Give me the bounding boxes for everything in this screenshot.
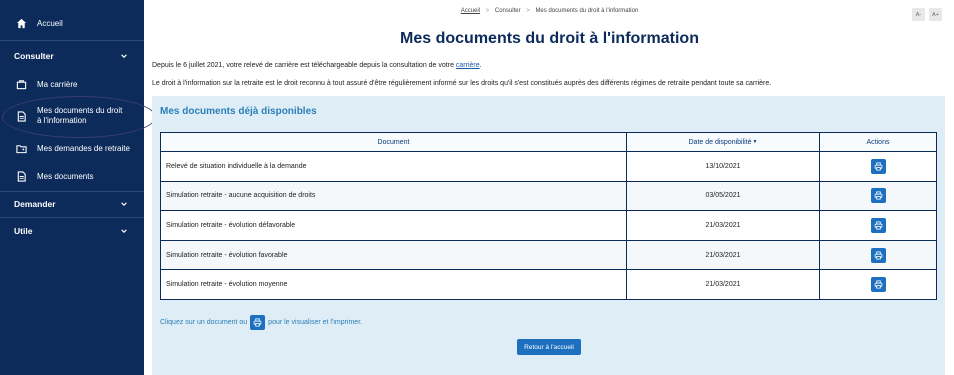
document-icon [14,109,28,123]
divider [0,40,144,41]
intro-text: . [479,62,482,69]
date-cell: 21/03/2021 [626,269,820,300]
sidebar-section-consulter[interactable]: Consulter [0,44,144,68]
font-decrease-button[interactable]: A- [912,8,925,21]
table-row[interactable]: Simulation retraite - évolution défavora… [160,210,937,241]
print-button[interactable] [870,158,886,174]
sidebar-section-utile[interactable]: Utile [0,219,144,243]
print-icon [874,191,882,200]
print-icon [253,318,262,327]
column-header-document: Document [160,132,627,152]
actions-cell [819,239,937,271]
table-row[interactable]: Simulation retraite - aucune acquisition… [160,180,937,212]
sidebar-item-demandes-retraite[interactable]: Mes demandes de retraite [0,140,144,156]
document-cell[interactable]: Simulation retraite - évolution défavora… [160,210,627,241]
breadcrumb-home-link[interactable]: Accueil [461,8,480,14]
actions-cell [819,151,937,182]
sidebar-section-label: Demander [14,199,56,209]
print-button[interactable] [870,247,886,263]
actions-cell [819,269,937,300]
documents-panel: Mes documents déjà disponibles Document … [152,96,945,375]
date-cell: 21/03/2021 [626,239,820,271]
sidebar-section-label: Utile [14,226,33,236]
document-cell[interactable]: Relevé de situation individuelle à la de… [160,151,627,182]
breadcrumb-separator: > [526,8,530,14]
hint-prefix: Cliquez sur un document ou [160,319,248,326]
hint-suffix: pour le visualiser et l'imprimer. [268,319,363,326]
carriere-link[interactable]: carrière [456,62,480,69]
print-icon [874,251,882,260]
table-row[interactable]: Relevé de situation individuelle à la de… [160,151,937,182]
date-cell: 21/03/2021 [626,210,820,241]
breadcrumb: Accueil > Consulter > Mes documents du d… [0,8,954,14]
print-button[interactable] [870,188,886,204]
document-cell[interactable]: Simulation retraite - évolution moyenne [160,269,627,300]
document-cell[interactable]: Simulation retraite - aucune acquisition… [160,180,627,212]
sidebar-item-label: Mes documents du droit à l'information [37,106,123,125]
print-icon-example [250,315,266,330]
table-row[interactable]: Simulation retraite - évolution favorabl… [160,239,937,271]
document-icon [14,169,28,183]
sidebar-item-home[interactable]: Accueil [0,14,144,32]
breadcrumb-current: Mes documents du droit à l'information [535,8,639,14]
column-header-date[interactable]: Date de disponibilité▼ [626,132,820,152]
sidebar-item-label: Accueil [37,18,63,28]
sort-caret-icon: ▼ [752,138,758,145]
sidebar-item-mes-documents[interactable]: Mes documents [0,168,144,184]
document-cell[interactable]: Simulation retraite - évolution favorabl… [160,239,627,271]
folder-icon [14,141,28,155]
table-row[interactable]: Simulation retraite - évolution moyenne … [160,269,937,300]
hint-text: Cliquez sur un document ou pour le visua… [160,315,362,330]
briefcase-icon [14,77,28,91]
chevron-down-icon [121,229,127,233]
intro-text: Depuis le 6 juillet 2021, votre relevé d… [152,62,456,69]
sidebar-item-documents-droit[interactable]: Mes documents du droit à l'information [0,103,144,129]
table-header-row: Document Date de disponibilité▼ Actions [160,132,937,152]
sidebar-item-label: Mes documents [37,171,94,181]
sidebar-section-demander[interactable]: Demander [0,192,144,216]
breadcrumb-separator: > [485,8,490,14]
chevron-down-icon [121,202,127,206]
sidebar: Accueil Consulter Ma carrière Mes docume… [0,0,144,375]
font-increase-button[interactable]: A+ [929,8,942,21]
actions-cell [819,180,937,212]
column-header-label: Date de disponibilité [688,138,752,146]
divider [0,217,144,218]
date-cell: 03/05/2021 [626,180,820,212]
print-button[interactable] [870,277,886,293]
home-icon [14,16,28,30]
sidebar-item-carriere[interactable]: Ma carrière [0,76,144,92]
print-icon [874,162,882,171]
sidebar-item-label: Ma carrière [37,79,78,89]
print-icon [874,280,882,289]
panel-title: Mes documents déjà disponibles [160,106,317,117]
date-cell: 13/10/2021 [626,151,820,182]
documents-table: Document Date de disponibilité▼ Actions … [160,132,937,300]
sidebar-item-label: Mes demandes de retraite [37,143,130,153]
chevron-down-icon [121,54,127,58]
page-title: Mes documents du droit à l'information [400,30,699,47]
back-to-home-button[interactable]: Retour à l'accueil [517,339,581,355]
print-button[interactable] [870,217,886,233]
print-icon [874,221,882,230]
actions-cell [819,210,937,241]
breadcrumb-consulter[interactable]: Consulter [495,8,521,14]
intro-line-2: Le droit à l'information sur la retraite… [152,80,772,87]
column-header-actions: Actions [819,132,937,152]
sidebar-section-label: Consulter [14,51,54,61]
intro-line-1: Depuis le 6 juillet 2021, votre relevé d… [152,62,482,69]
